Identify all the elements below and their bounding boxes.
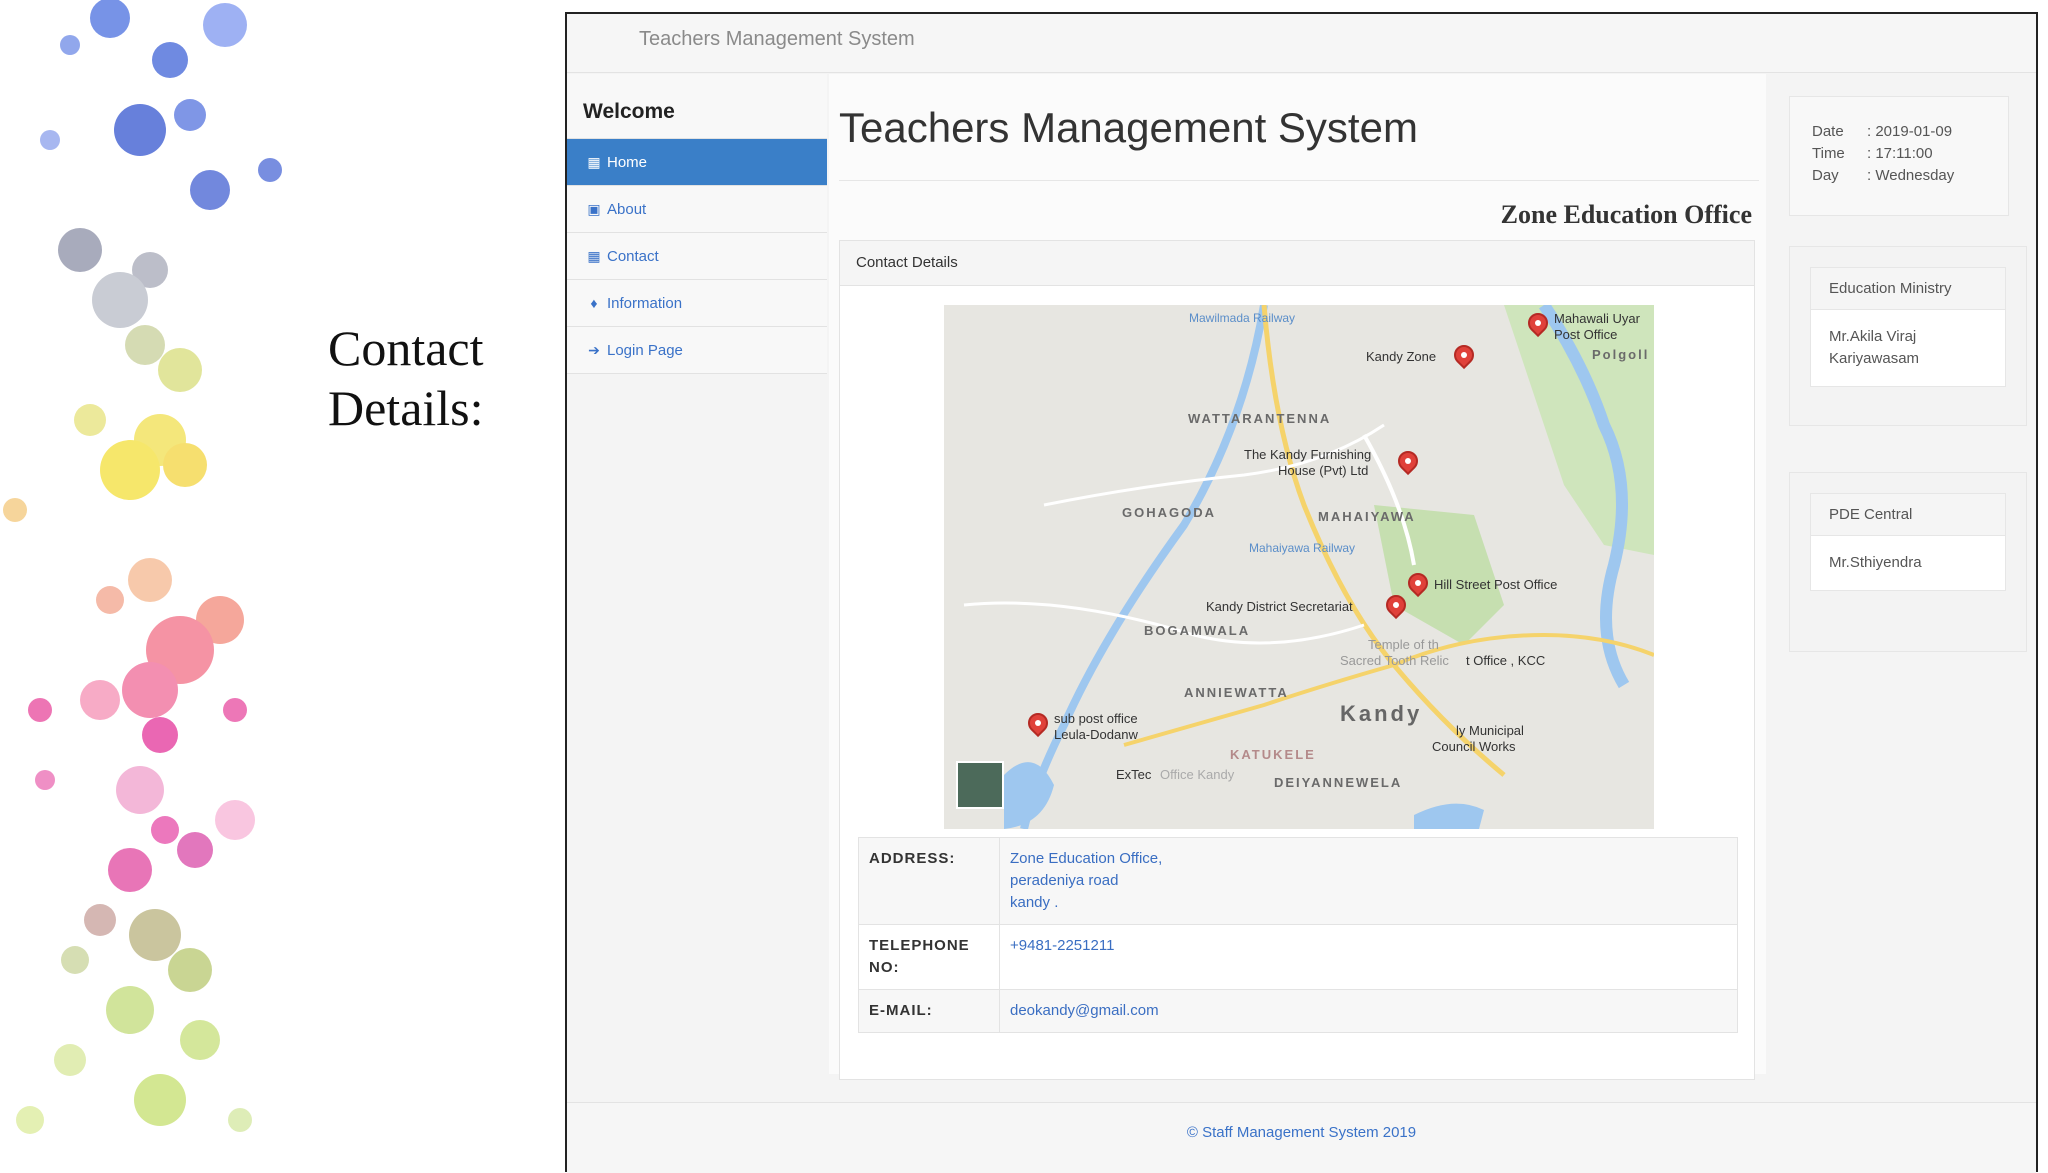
- top-navbar: Teachers Management System: [567, 14, 2036, 73]
- pde-heading: PDE Central: [1811, 494, 2005, 536]
- map-area-label: BOGAMWALA: [1144, 623, 1251, 638]
- ministry-name-line: Mr.Akila Viraj: [1829, 328, 1917, 345]
- map-area-label: KATUKELE: [1230, 747, 1316, 762]
- page-title: Teachers Management System: [839, 104, 1418, 151]
- ministry-heading: Education Ministry: [1811, 268, 2005, 310]
- sidebar-item-login[interactable]: ➔ Login Page: [567, 326, 827, 374]
- table-icon: ▦: [587, 248, 601, 264]
- pde-box: PDE Central Mr.Sthiyendra: [1789, 472, 2027, 652]
- date-time-box: Date : 2019-01-09 Time : 17:11:00 Day : Wed…: [1789, 96, 2009, 216]
- telephone-value[interactable]: +9481-2251211: [999, 924, 1738, 990]
- map-label: Temple of th: [1368, 637, 1439, 652]
- telephone-label: TELEPHONE NO:: [858, 924, 1000, 990]
- address-value: Zone Education Office, peradeniya road k…: [999, 837, 1738, 925]
- date-value: : 2019-01-09: [1867, 123, 1953, 140]
- map-area-label: Polgoll: [1592, 347, 1650, 362]
- email-label: E-MAIL:: [858, 989, 1000, 1033]
- map-label: t Office , KCC: [1466, 653, 1546, 668]
- map-label: The Kandy Furnishing: [1244, 447, 1372, 462]
- contact-panel: Contact Details Mawilmada Railway Mahawa…: [839, 240, 1755, 1080]
- panel-heading: Contact Details: [840, 241, 1754, 286]
- sidebar-item-home[interactable]: ▦ Home: [567, 138, 827, 185]
- sidebar-item-label: About: [607, 201, 647, 218]
- table-row: E-MAIL: deokandy@gmail.com: [858, 989, 1738, 1033]
- map-marker-icon: ♦: [590, 295, 598, 311]
- sidebar-welcome: Welcome: [567, 74, 827, 138]
- address-line: Zone Education Office,: [1010, 850, 1163, 867]
- map-label: Leula-Dodanw: [1054, 727, 1138, 742]
- ministry-box: Education Ministry Mr.Akila Viraj Kariya…: [1789, 246, 2027, 426]
- map-label: Council Works: [1432, 739, 1516, 754]
- sidebar-item-label: Contact: [607, 248, 659, 265]
- title-divider: [839, 180, 1759, 181]
- map-label: Sacred Tooth Relic: [1340, 653, 1449, 668]
- slide-caption: Contact Details:: [328, 318, 484, 438]
- navbar-brand[interactable]: Teachers Management System: [639, 28, 915, 51]
- main-content: Teachers Management System Zone Educatio…: [829, 74, 1766, 1080]
- map-label: House (Pvt) Ltd: [1278, 463, 1369, 478]
- date-label: Date: [1812, 123, 1844, 140]
- caption-line-2: Details:: [328, 380, 484, 436]
- email-link[interactable]: deokandy@gmail.com: [999, 989, 1738, 1033]
- map-label: sub post office: [1054, 711, 1138, 726]
- sidebar-item-label: Login Page: [607, 342, 683, 359]
- map-area-label: ANNIEWATTA: [1184, 685, 1289, 700]
- sidebar-item-information[interactable]: ♦ Information: [567, 279, 827, 326]
- map-area-label: GOHAGODA: [1122, 505, 1216, 520]
- map-label: Mahaiyawa Railway: [1249, 541, 1356, 555]
- sidebar: Welcome ▦ Home ▣ About ▦ Contact ♦ Informati…: [567, 74, 827, 374]
- map-label: Mawilmada Railway: [1189, 311, 1296, 325]
- table-icon: ▦: [587, 154, 601, 170]
- pde-card: PDE Central Mr.Sthiyendra: [1810, 493, 2006, 591]
- browser-screenshot-frame: Teachers Management System Welcome ▦ Home…: [565, 12, 2038, 1173]
- floppy-icon: ▣: [587, 201, 601, 217]
- sidebar-item-label: Home: [607, 154, 648, 171]
- map-label: Mahawali Uyar: [1554, 311, 1640, 326]
- map-area-label: MAHAIYAWA: [1318, 509, 1416, 524]
- address-line: peradeniya road: [1010, 872, 1119, 889]
- time-label: Time: [1812, 145, 1845, 162]
- footer: © Staff Management System 2019: [567, 1102, 2036, 1173]
- sidebar-item-contact[interactable]: ▦ Contact: [567, 232, 827, 279]
- table-row: TELEPHONE NO: +9481-2251211: [858, 924, 1738, 990]
- map-label: ExTec: [1116, 767, 1152, 782]
- sidebar-item-about[interactable]: ▣ About: [567, 185, 827, 232]
- map-label: Kandy District Secretariat: [1206, 599, 1353, 614]
- map-label: Office Kandy: [1160, 767, 1235, 782]
- map-label: Hill Street Post Office: [1434, 577, 1558, 592]
- map-label: Kandy Zone: [1366, 349, 1437, 364]
- address-label: ADDRESS:: [858, 837, 1000, 925]
- map-area-label: DEIYANNEWELA: [1274, 775, 1403, 790]
- office-heading: Zone Education Office: [1500, 200, 1752, 229]
- day-row: Day : Wednesday: [1812, 165, 2008, 187]
- satellite-toggle[interactable]: [956, 761, 1004, 809]
- map-city-label: Kandy: [1340, 701, 1423, 726]
- caption-line-1: Contact: [328, 320, 484, 376]
- time-row: Time : 17:11:00: [1812, 143, 2008, 165]
- ministry-body: Mr.Akila Viraj Kariyawasam: [1811, 310, 2005, 386]
- table-row: ADDRESS: Zone Education Office, peradeni…: [858, 837, 1738, 925]
- map-label: Post Office: [1554, 327, 1618, 342]
- map-area-label: WATTARANTENNA: [1188, 411, 1332, 426]
- bokeh-decoration: [3, 0, 282, 1134]
- map-label: ly Municipal: [1456, 723, 1524, 738]
- date-row: Date : 2019-01-09: [1812, 121, 2008, 143]
- contact-table: ADDRESS: Zone Education Office, peradeni…: [858, 837, 1738, 1033]
- day-value: : Wednesday: [1867, 167, 1955, 184]
- embedded-map[interactable]: Mawilmada Railway Mahawali Uyar Post Off…: [944, 305, 1654, 829]
- ministry-name-line: Kariyawasam: [1829, 350, 1920, 367]
- pde-name: Mr.Sthiyendra: [1829, 554, 1922, 571]
- ministry-card: Education Ministry Mr.Akila Viraj Kariya…: [1810, 267, 2006, 387]
- address-line: kandy .: [1010, 894, 1059, 911]
- day-label: Day: [1812, 167, 1839, 184]
- time-value: : 17:11:00: [1867, 145, 1933, 162]
- sidebar-item-label: Information: [607, 295, 683, 312]
- login-icon: ➔: [588, 342, 600, 358]
